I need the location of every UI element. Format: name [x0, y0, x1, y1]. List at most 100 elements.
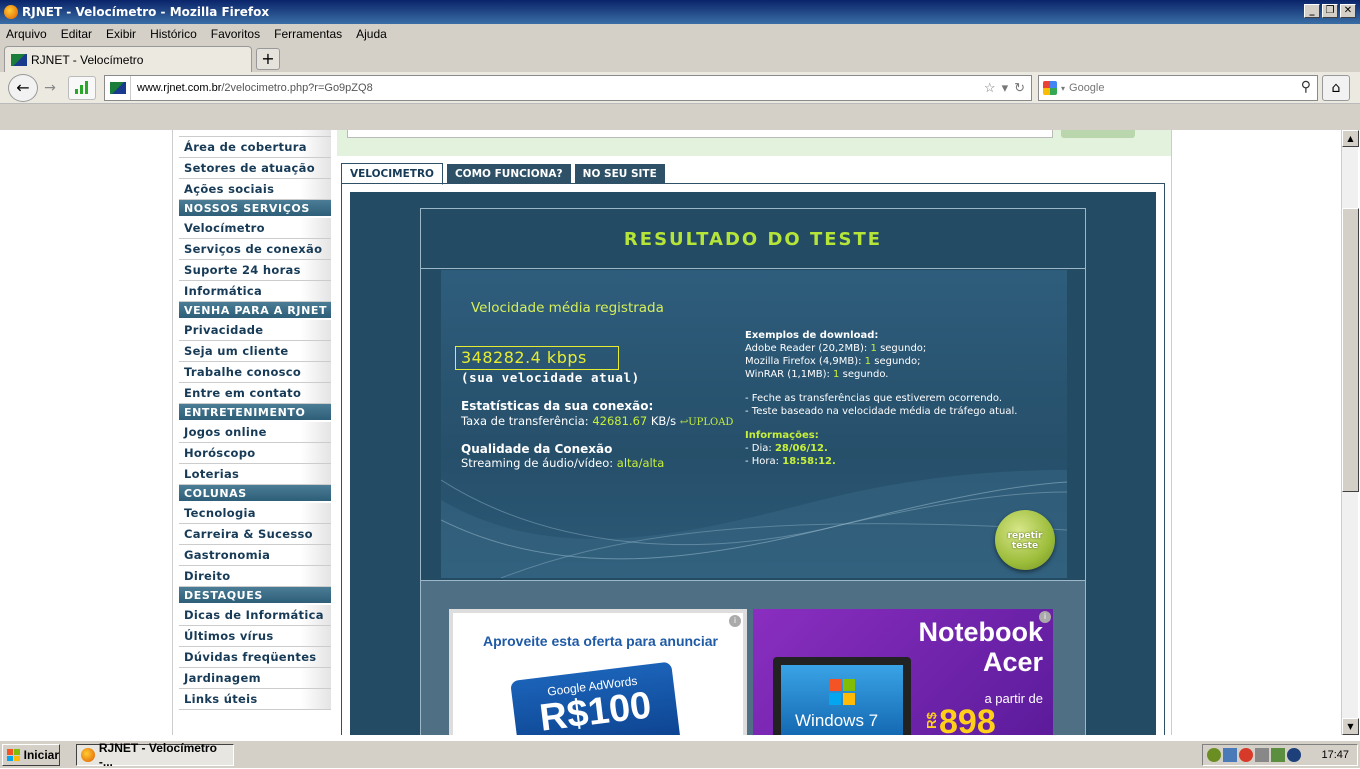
tab-no-seu-site[interactable]: NO SEU SITE — [574, 164, 665, 184]
taskbar-item-label: RJNET - Velocímetro -... — [98, 741, 217, 769]
sidebar-item-jardinagem[interactable]: Jardinagem — [179, 668, 331, 689]
sidebar-item-duvidas-frequentes[interactable]: Dúvidas freqüentes — [179, 647, 331, 668]
menu-favoritos[interactable]: Favoritos — [211, 27, 260, 41]
download-examples: Exemplos de download: Adobe Reader (20,2… — [745, 329, 926, 381]
start-button[interactable]: Iniciar — [2, 744, 60, 766]
tray-tool-icon[interactable] — [1255, 748, 1269, 762]
sidebar-item-tecnologia[interactable]: Tecnologia — [179, 503, 331, 524]
dropdown-arrow-icon[interactable]: ▾ — [1002, 80, 1009, 96]
sidebar-item-setores-de-atuacao[interactable]: Setores de atuação — [179, 158, 331, 179]
tab-label: RJNET - Velocímetro — [31, 52, 144, 67]
content-tabs: VELOCIMETRO COMO FUNCIONA? NO SEU SITE — [341, 163, 665, 185]
sidebar-item-trabalhe-conosco[interactable]: Trabalhe conosco — [179, 362, 331, 383]
sidebar-item-entre-em-contato[interactable]: Entre em contato — [179, 383, 331, 404]
back-button[interactable]: ← — [8, 74, 38, 102]
sidebar-item-privacidade[interactable]: Privacidade — [179, 320, 331, 341]
sidebar-item-seja-um-cliente[interactable]: Seja um cliente — [179, 341, 331, 362]
acer-ad-title: Notebook Acer — [918, 617, 1044, 677]
menu-editar[interactable]: Editar — [61, 27, 92, 41]
stats-title: Estatísticas da sua conexão: — [461, 399, 654, 413]
sidebar-item-dicas-de-informatica[interactable]: Dicas de Informática — [179, 605, 331, 626]
scroll-up-arrow-icon[interactable]: ▲ — [1342, 130, 1359, 147]
tray-network-icon[interactable] — [1223, 748, 1237, 762]
velocity-label: Velocidade média registrada — [471, 300, 664, 316]
browser-tab[interactable]: RJNET - Velocímetro — [4, 46, 252, 72]
close-button[interactable]: ✕ — [1340, 4, 1356, 18]
sidebar-item-informatica[interactable]: Informática — [179, 281, 331, 302]
streaming-label: Streaming de áudio/vídeo: — [461, 456, 614, 470]
signal-bars-icon[interactable] — [68, 76, 96, 100]
home-button[interactable]: ⌂ — [1322, 75, 1350, 101]
sidebar-item-loterias[interactable]: Loterias — [179, 464, 331, 485]
window-title-bar: RJNET - Velocímetro - Mozilla Firefox _ … — [0, 0, 1360, 24]
menu-ferramentas[interactable]: Ferramentas — [274, 27, 342, 41]
transfer-label: Taxa de transferência: — [461, 414, 589, 428]
sidebar-item-horoscopo[interactable]: Horóscopo — [179, 443, 331, 464]
notes: - Feche as transferências que estiverem … — [745, 392, 1017, 418]
tab-velocimetro[interactable]: VELOCIMETRO — [341, 163, 443, 185]
site-identity-icon[interactable] — [105, 76, 131, 100]
sidebar: Área de cobertura Setores de atuação Açõ… — [179, 130, 331, 710]
tray-shield-icon[interactable] — [1287, 748, 1301, 762]
content-box: RESULTADO DO TESTE Velocidade média regi… — [341, 183, 1165, 735]
speed-subtitle: (sua velocidade atual) — [461, 370, 640, 385]
info-title: Informações: — [745, 430, 819, 441]
sidebar-item-servicos-de-conexao[interactable]: Serviços de conexão — [179, 239, 331, 260]
reload-icon[interactable]: ↻ — [1014, 80, 1025, 96]
search-icon[interactable]: ⚲ — [1301, 78, 1311, 95]
forward-button[interactable]: → — [38, 79, 62, 99]
menu-historico[interactable]: Histórico — [150, 27, 197, 41]
new-tab-button[interactable]: + — [256, 48, 280, 70]
tray-monitor-icon[interactable] — [1271, 748, 1285, 762]
sidebar-item-links-uteis[interactable]: Links úteis — [179, 689, 331, 710]
search-input[interactable]: Google — [1069, 82, 1104, 94]
repeat-test-button[interactable]: repetir teste — [995, 510, 1055, 570]
note-line: - Teste baseado na velocidade média de t… — [745, 406, 1018, 417]
bookmark-star-icon[interactable]: ☆ — [984, 80, 996, 96]
menu-bar: Arquivo Editar Exibir Histórico Favorito… — [0, 24, 1360, 44]
tray-bug-icon[interactable] — [1207, 748, 1221, 762]
hour-line: - Hora: 18:58:12. — [745, 456, 836, 467]
maximize-button[interactable]: ❐ — [1322, 4, 1338, 18]
tab-como-funciona[interactable]: COMO FUNCIONA? — [446, 164, 571, 184]
top-search-button[interactable] — [1061, 130, 1135, 138]
sidebar-item-area-de-cobertura[interactable]: Área de cobertura — [179, 137, 331, 158]
scroll-down-arrow-icon[interactable]: ▼ — [1342, 718, 1359, 735]
menu-exibir[interactable]: Exibir — [106, 27, 136, 41]
url-actions: ☆ ▾ ↻ — [984, 80, 1025, 96]
sidebar-item-ultimos-virus[interactable]: Últimos vírus — [179, 626, 331, 647]
ad-info-icon[interactable]: i — [1039, 611, 1051, 623]
sidebar-item-direito[interactable]: Direito — [179, 566, 331, 587]
url-bar[interactable]: www.rjnet.com.br /2velocimetro.php?r=Go9… — [104, 75, 1032, 101]
taskbar-item-firefox[interactable]: RJNET - Velocímetro -... — [76, 741, 234, 769]
tray-opera-icon[interactable] — [1239, 748, 1253, 762]
sidebar-heading-destaques: DESTAQUES — [179, 587, 331, 605]
scroll-thumb[interactable] — [1342, 208, 1359, 492]
top-search-input[interactable] — [347, 130, 1053, 138]
menu-arquivo[interactable]: Arquivo — [6, 27, 47, 41]
acer-ad[interactable]: Windows 7 Notebook Acer a partir de R$ 8… — [753, 609, 1053, 735]
transfer-value: 42681.67 — [592, 414, 648, 428]
sidebar-item-acoes-sociais[interactable]: Ações sociais — [179, 179, 331, 200]
sidebar-item-suporte-24-horas[interactable]: Suporte 24 horas — [179, 260, 331, 281]
search-bar[interactable]: ▾ Google ⚲ — [1038, 75, 1318, 101]
menu-ajuda[interactable]: Ajuda — [356, 27, 387, 41]
sidebar-item-carreira-sucesso[interactable]: Carreira & Sucesso — [179, 524, 331, 545]
sidebar-item-gastronomia[interactable]: Gastronomia — [179, 545, 331, 566]
sidebar-item-jogos-online[interactable]: Jogos online — [179, 422, 331, 443]
vertical-scrollbar[interactable]: ▲ ▼ — [1341, 130, 1359, 735]
search-engine-dropdown-icon[interactable]: ▾ — [1061, 84, 1065, 93]
windows-start-icon — [7, 749, 20, 761]
adwords-ad[interactable]: Aproveite esta oferta para anunciar Goog… — [449, 609, 747, 735]
page-viewport: Área de cobertura Setores de atuação Açõ… — [0, 130, 1341, 735]
minimize-button[interactable]: _ — [1304, 4, 1320, 18]
laptop-screen: Windows 7 — [781, 665, 903, 735]
google-icon[interactable] — [1043, 81, 1057, 95]
result-panel: Velocidade média registrada 348282.4 kbp… — [441, 270, 1067, 578]
quality-title: Qualidade da Conexão — [461, 442, 613, 456]
day-line: - Dia: 28/06/12. — [745, 443, 828, 454]
tray-icons — [1207, 748, 1301, 762]
ads-area: Aproveite esta oferta para anunciar Goog… — [421, 580, 1085, 735]
sidebar-item-velocimetro[interactable]: Velocímetro — [179, 218, 331, 239]
ad-info-icon[interactable]: i — [729, 615, 741, 627]
